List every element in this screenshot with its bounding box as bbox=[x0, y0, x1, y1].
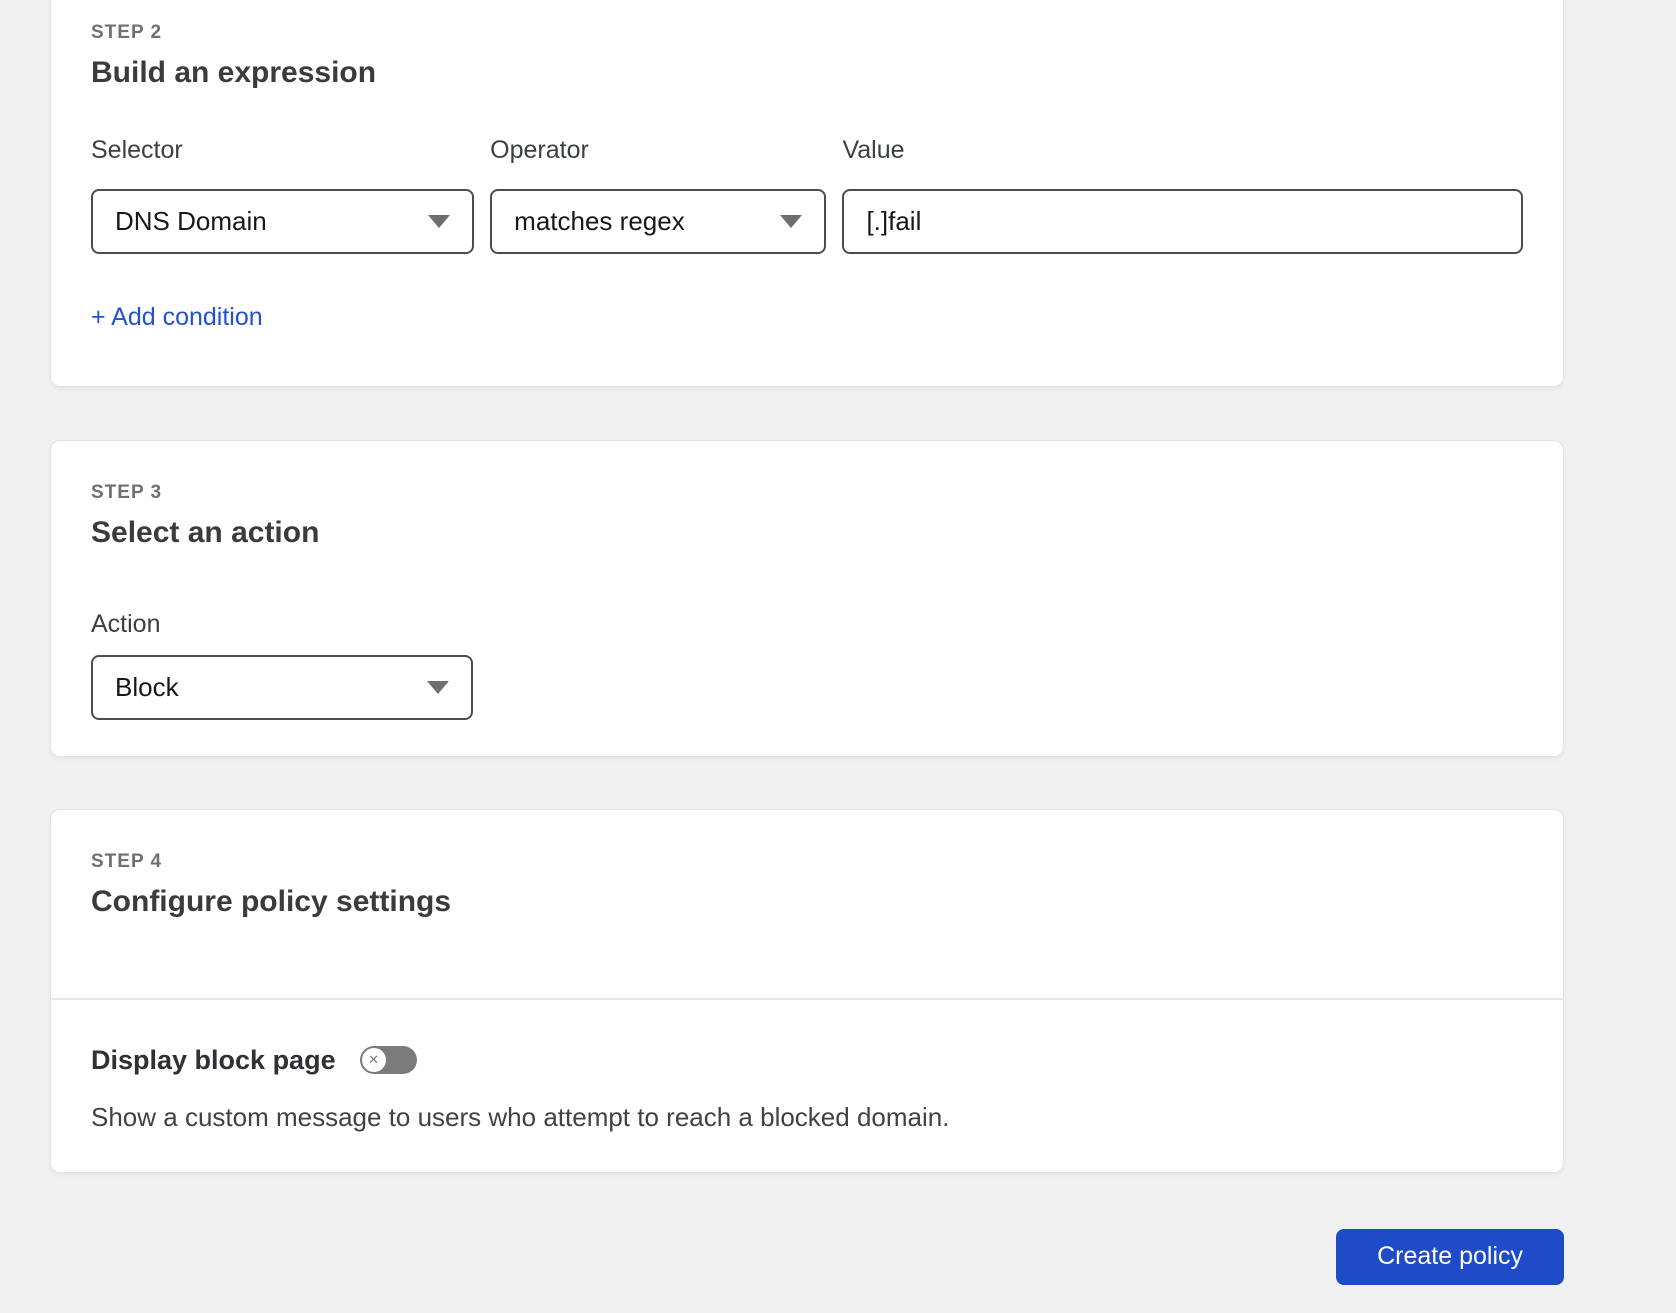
value-field: Value bbox=[842, 135, 1523, 254]
create-policy-button[interactable]: Create policy bbox=[1336, 1228, 1564, 1285]
value-label: Value bbox=[842, 136, 905, 164]
step2-title: Build an expression bbox=[91, 56, 377, 89]
selector-label: Selector bbox=[91, 136, 183, 164]
step4-card-header: STEP 4 Configure policy settings bbox=[51, 810, 1563, 1000]
expression-fields-row: Selector DNS Domain Operator matches reg… bbox=[91, 135, 1523, 254]
footer: Create policy bbox=[50, 1228, 1564, 1313]
toggle-off-x-icon: ✕ bbox=[361, 1047, 386, 1072]
display-block-page-toggle[interactable]: ✕ bbox=[359, 1045, 417, 1074]
chevron-down-icon bbox=[780, 215, 803, 228]
operator-field: Operator matches regex bbox=[490, 135, 827, 254]
chevron-down-icon bbox=[427, 681, 449, 694]
add-condition-link[interactable]: + Add condition bbox=[91, 302, 263, 332]
step4-title: Configure policy settings bbox=[91, 885, 452, 918]
step3-label: STEP 3 bbox=[91, 482, 163, 503]
step2-label: STEP 2 bbox=[91, 22, 163, 43]
operator-dropdown[interactable]: matches regex bbox=[490, 189, 827, 254]
selector-dropdown[interactable]: DNS Domain bbox=[91, 189, 475, 254]
chevron-down-icon bbox=[428, 215, 451, 228]
step3-title: Select an action bbox=[91, 516, 320, 549]
value-input[interactable] bbox=[842, 189, 1523, 254]
operator-dropdown-value: matches regex bbox=[514, 206, 685, 236]
step3-card: STEP 3 Select an action Action Block bbox=[50, 440, 1564, 757]
action-label: Action bbox=[91, 610, 161, 638]
step4-card: STEP 4 Configure policy settings Display… bbox=[50, 809, 1564, 1173]
selector-field: Selector DNS Domain bbox=[91, 135, 475, 254]
operator-label: Operator bbox=[490, 136, 589, 164]
step4-label: STEP 4 bbox=[91, 851, 163, 872]
selector-dropdown-value: DNS Domain bbox=[115, 206, 267, 236]
step2-card: STEP 2 Build an expression Selector DNS … bbox=[50, 0, 1564, 387]
display-block-page-row: Display block page ✕ bbox=[91, 1044, 1523, 1076]
display-block-page-description: Show a custom message to users who attem… bbox=[91, 1101, 950, 1132]
action-dropdown[interactable]: Block bbox=[91, 655, 473, 720]
step4-card-body: Display block page ✕ Show a custom messa… bbox=[51, 1000, 1563, 1172]
action-dropdown-value: Block bbox=[115, 672, 179, 702]
policy-builder-page: STEP 2 Build an expression Selector DNS … bbox=[0, 0, 1676, 1313]
display-block-page-label: Display block page bbox=[91, 1044, 336, 1075]
